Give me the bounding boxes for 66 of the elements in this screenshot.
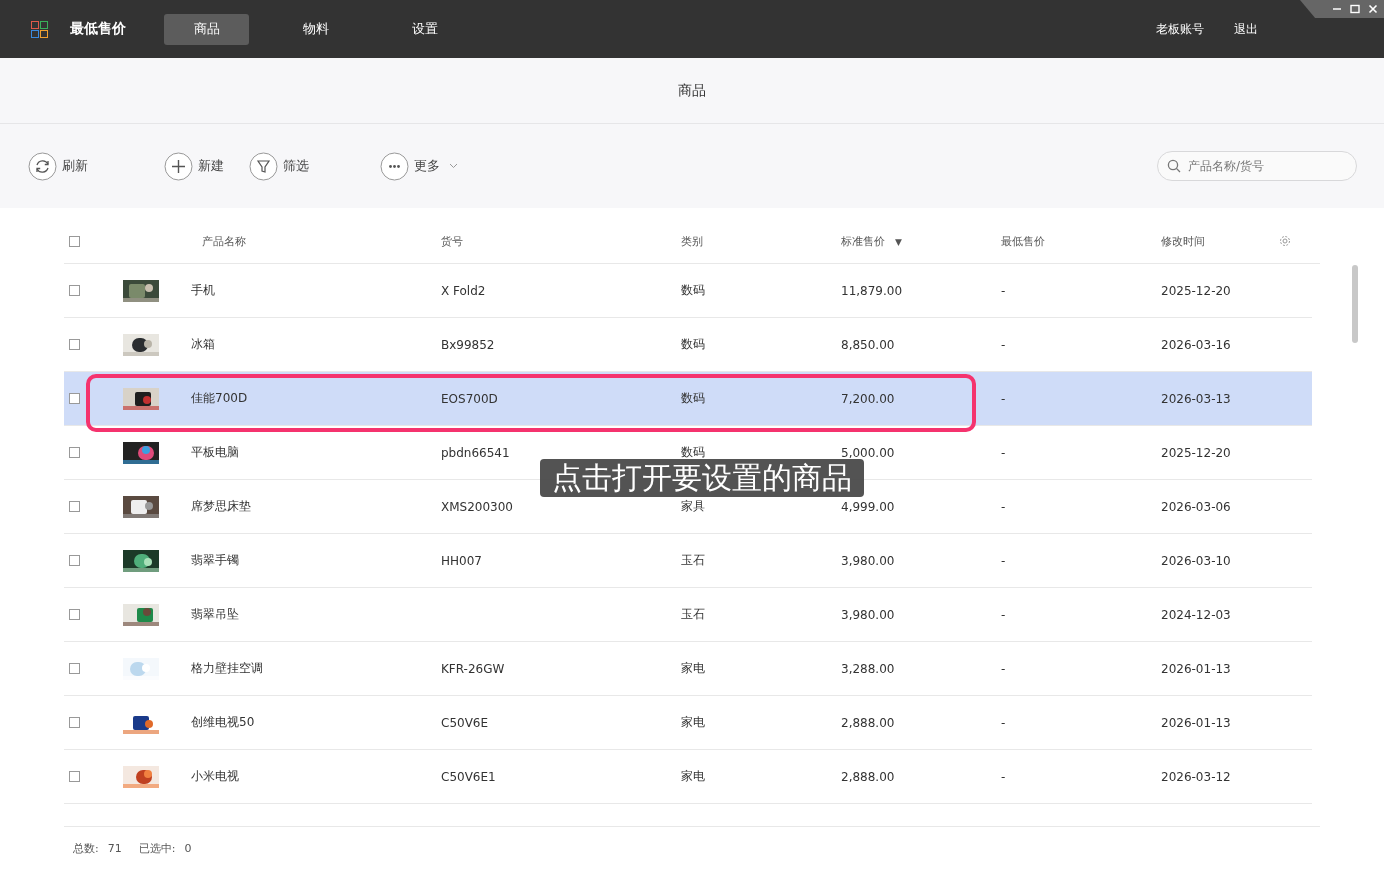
table-cell-text: - bbox=[1001, 661, 1007, 676]
table-cell-text: 2024-12-03 bbox=[1161, 607, 1232, 622]
table-cell: KFR-26GW bbox=[441, 661, 505, 676]
total-count: 71 bbox=[107, 842, 122, 855]
table-cell-text: 家电 bbox=[681, 660, 706, 677]
table-cell-text: 2026-03-06 bbox=[1161, 499, 1232, 514]
table-cell-text: 家电 bbox=[681, 768, 706, 785]
table-cell-text: 2026-03-10 bbox=[1161, 553, 1232, 568]
table-cell-text: 冰箱 bbox=[191, 336, 216, 353]
table-cell-text: 4,999.00 bbox=[841, 499, 896, 514]
table-cell-text: 席梦思床垫 bbox=[191, 498, 252, 515]
app-title: 最低售价 bbox=[70, 20, 127, 38]
table-cell-text: 格力壁挂空调 bbox=[191, 660, 264, 677]
table-cell-text: - bbox=[1001, 391, 1007, 406]
selected-label: 已选中: bbox=[138, 841, 176, 856]
table-cell-text: 7,200.00 bbox=[841, 391, 896, 406]
table-cell-text: 数码 bbox=[681, 282, 706, 299]
table-cell-text: 玉石 bbox=[681, 552, 706, 569]
table-cell-text: 数码 bbox=[681, 390, 706, 407]
table-cell-text: 数码 bbox=[681, 444, 706, 461]
table-cell-text: 手机 bbox=[191, 282, 216, 299]
table-cell-text: 平板电脑 bbox=[191, 444, 240, 461]
table-cell-text: - bbox=[1001, 607, 1007, 622]
table-cell-text: 5,000.00 bbox=[841, 445, 896, 460]
table-cell-text: 小米电视 bbox=[191, 768, 240, 785]
table-cell-text: - bbox=[1001, 445, 1007, 460]
table-cell-text: 创维电视50 bbox=[191, 714, 256, 731]
table-cell-text: 2026-01-13 bbox=[1161, 661, 1232, 676]
table-cell-text: 3,980.00 bbox=[841, 607, 896, 622]
table-cell-text: 2025-12-20 bbox=[1161, 445, 1232, 460]
table-cell-text: 家电 bbox=[681, 714, 706, 731]
table-cell-text: 数码 bbox=[681, 336, 706, 353]
table-cell-text: 翡翠吊坠 bbox=[191, 606, 240, 623]
table-cell-text: 2,888.00 bbox=[841, 715, 896, 730]
table-cell-text: - bbox=[1001, 337, 1007, 352]
table-cell-text: - bbox=[1001, 499, 1007, 514]
table-cell: Bx99852 bbox=[441, 337, 495, 352]
table-cell: XMS200300 bbox=[441, 499, 513, 514]
table-cell-text: 翡翠手镯 bbox=[191, 552, 240, 569]
table-cell-text: 玉石 bbox=[681, 606, 706, 623]
table-cell: C50V6E1 bbox=[441, 769, 496, 784]
table-cell-text: 2025-12-20 bbox=[1161, 283, 1232, 298]
table-cell: pbdn66541 bbox=[441, 445, 510, 460]
table-cell-text: - bbox=[1001, 283, 1007, 298]
table-cell: HH007 bbox=[441, 553, 482, 568]
table-cell-text: 8,850.00 bbox=[841, 337, 896, 352]
table-cell-text: - bbox=[1001, 769, 1007, 784]
table-cell-text: - bbox=[1001, 715, 1007, 730]
page-title: 商品 bbox=[678, 81, 706, 100]
table-cell-text: - bbox=[1001, 553, 1007, 568]
table-cell-text: 2026-03-12 bbox=[1161, 769, 1232, 784]
caption-overlay: 点击打开要设置的商品 bbox=[540, 459, 864, 497]
table-cell-text: 3,288.00 bbox=[841, 661, 896, 676]
table-cell-text: 家具 bbox=[681, 498, 706, 515]
table-cell-text: 3,980.00 bbox=[841, 553, 896, 568]
table-cell-text: 11,879.00 bbox=[841, 283, 904, 298]
table-cell-text: 佳能700D bbox=[191, 390, 249, 407]
selected-count: 0 bbox=[184, 842, 192, 855]
table-cell-text: 2,888.00 bbox=[841, 769, 896, 784]
table-cell-text: 2026-03-16 bbox=[1161, 337, 1232, 352]
table-cell: X Fold2 bbox=[441, 283, 486, 298]
table-cell-text: 2026-01-13 bbox=[1161, 715, 1232, 730]
table-cell: C50V6E bbox=[441, 715, 489, 730]
total-label: 总数: bbox=[73, 841, 99, 856]
table-cell-text: 2026-03-13 bbox=[1161, 391, 1232, 406]
table-cell: EOS700D bbox=[441, 391, 498, 406]
